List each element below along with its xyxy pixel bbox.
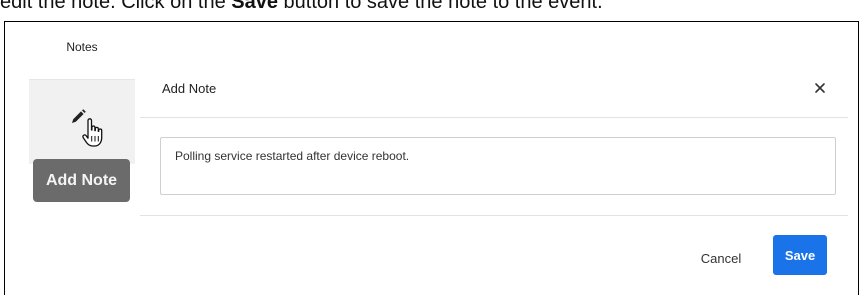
add-note-dialog: Add Note Polling service restarted after… [140,68,848,295]
close-button[interactable] [810,78,830,98]
cancel-button[interactable]: Cancel [687,238,755,278]
instruction-bold: Save [231,0,278,13]
dialog-divider-bottom [140,215,848,216]
screenshot-frame: Notes Add Note Add Note Polling service … [4,21,859,295]
instruction-text: edit the note. Click on the Save button … [0,0,603,13]
notes-column: Notes Add Note [29,22,135,295]
note-textarea[interactable]: Polling service restarted after device r… [160,137,836,195]
dialog-divider-top [140,117,848,118]
dialog-title: Add Note [162,81,217,96]
instruction-part2: button to save the note to the event. [277,0,603,13]
close-icon [810,83,830,102]
edit-note-cell[interactable] [29,80,135,164]
save-button[interactable]: Save [773,235,827,275]
page: edit the note. Click on the Save button … [0,0,861,295]
notes-header: Notes [66,40,98,54]
instruction-part1: edit the note. Click on the [0,0,232,13]
hand-pointer-icon [81,118,105,153]
add-note-tooltip: Add Note [33,159,130,202]
